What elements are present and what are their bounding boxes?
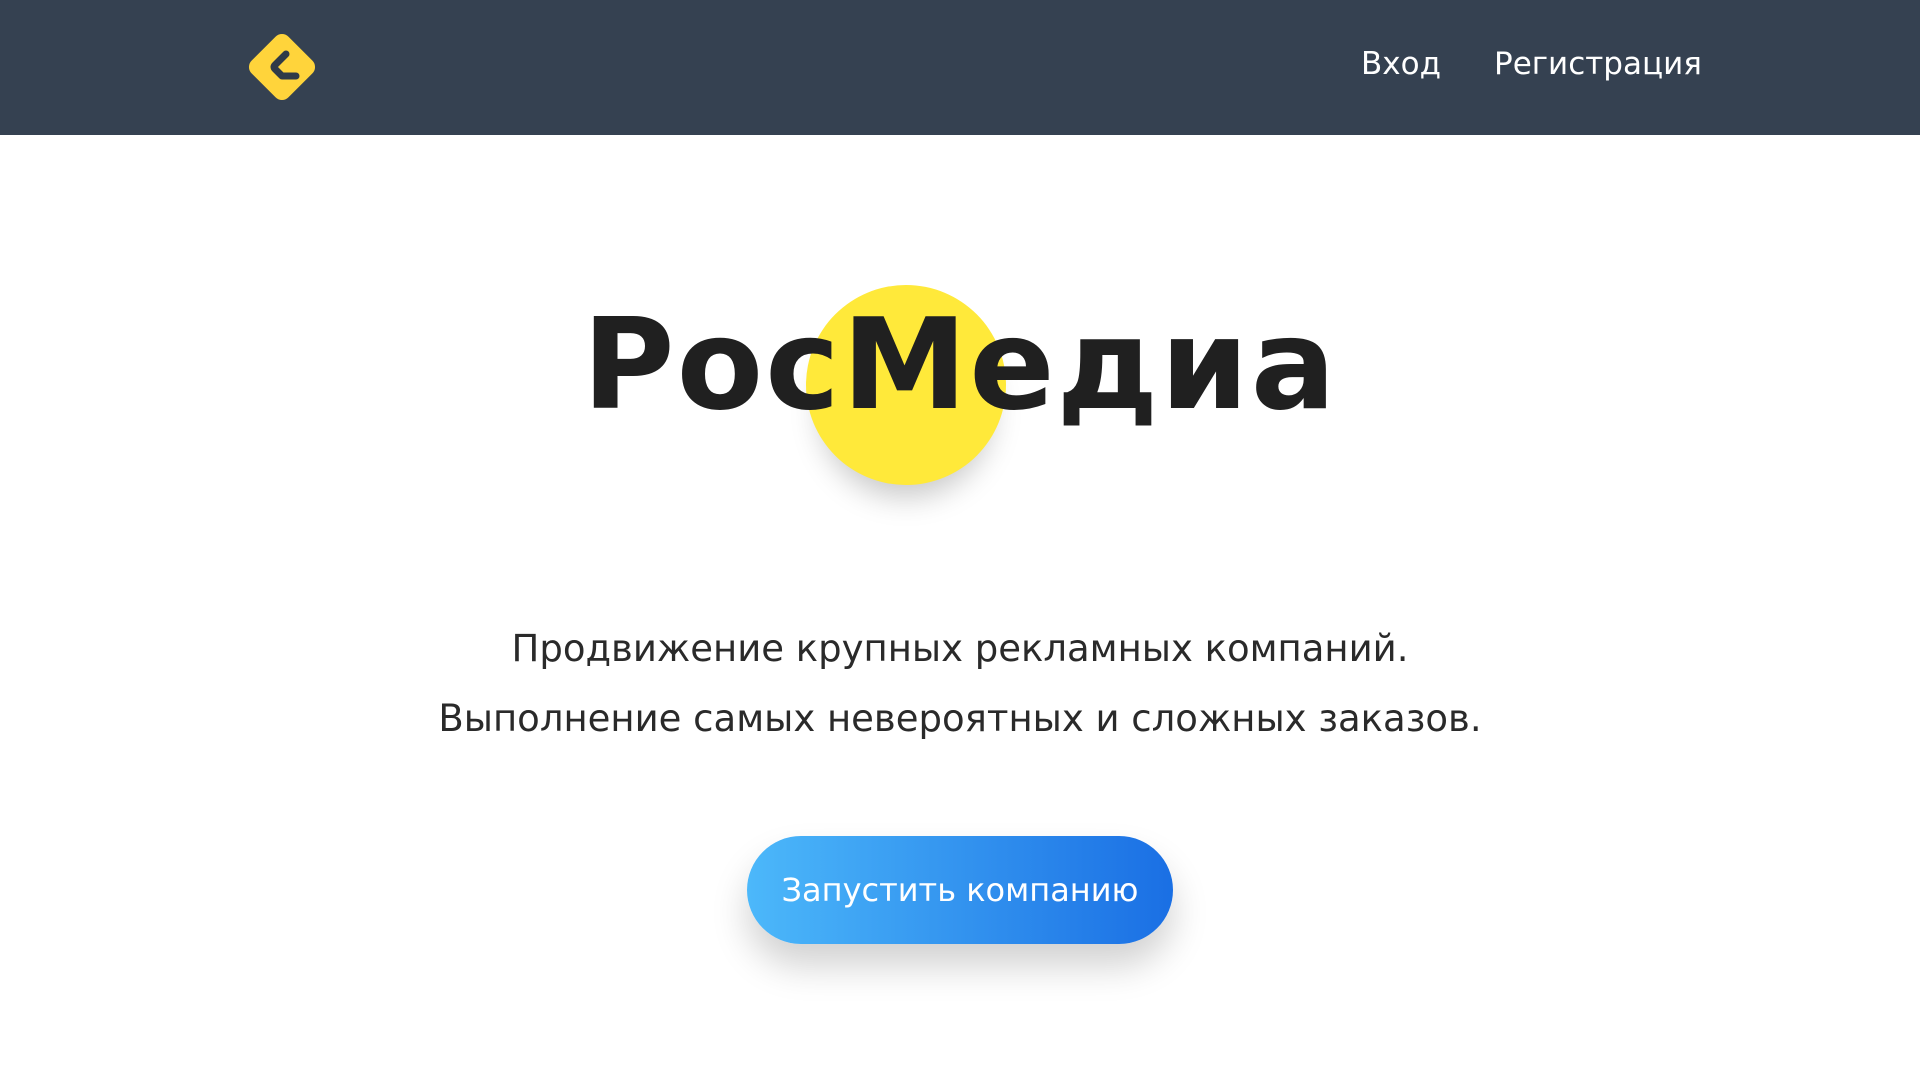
site-header: Вход Регистрация: [0, 0, 1920, 135]
brand-logo-icon[interactable]: [242, 27, 322, 107]
nav-register-link[interactable]: Регистрация: [1494, 44, 1702, 84]
hero-subtitle-line-1: Продвижение крупных рекламных компаний.: [511, 627, 1409, 670]
nav-login-link[interactable]: Вход: [1361, 44, 1441, 84]
hero-subtitle-line-2: Выполнение самых невероятных и сложных з…: [438, 697, 1482, 740]
page-title: РосМедиа: [582, 291, 1338, 438]
launch-campaign-button[interactable]: Запустить компанию: [747, 836, 1173, 944]
